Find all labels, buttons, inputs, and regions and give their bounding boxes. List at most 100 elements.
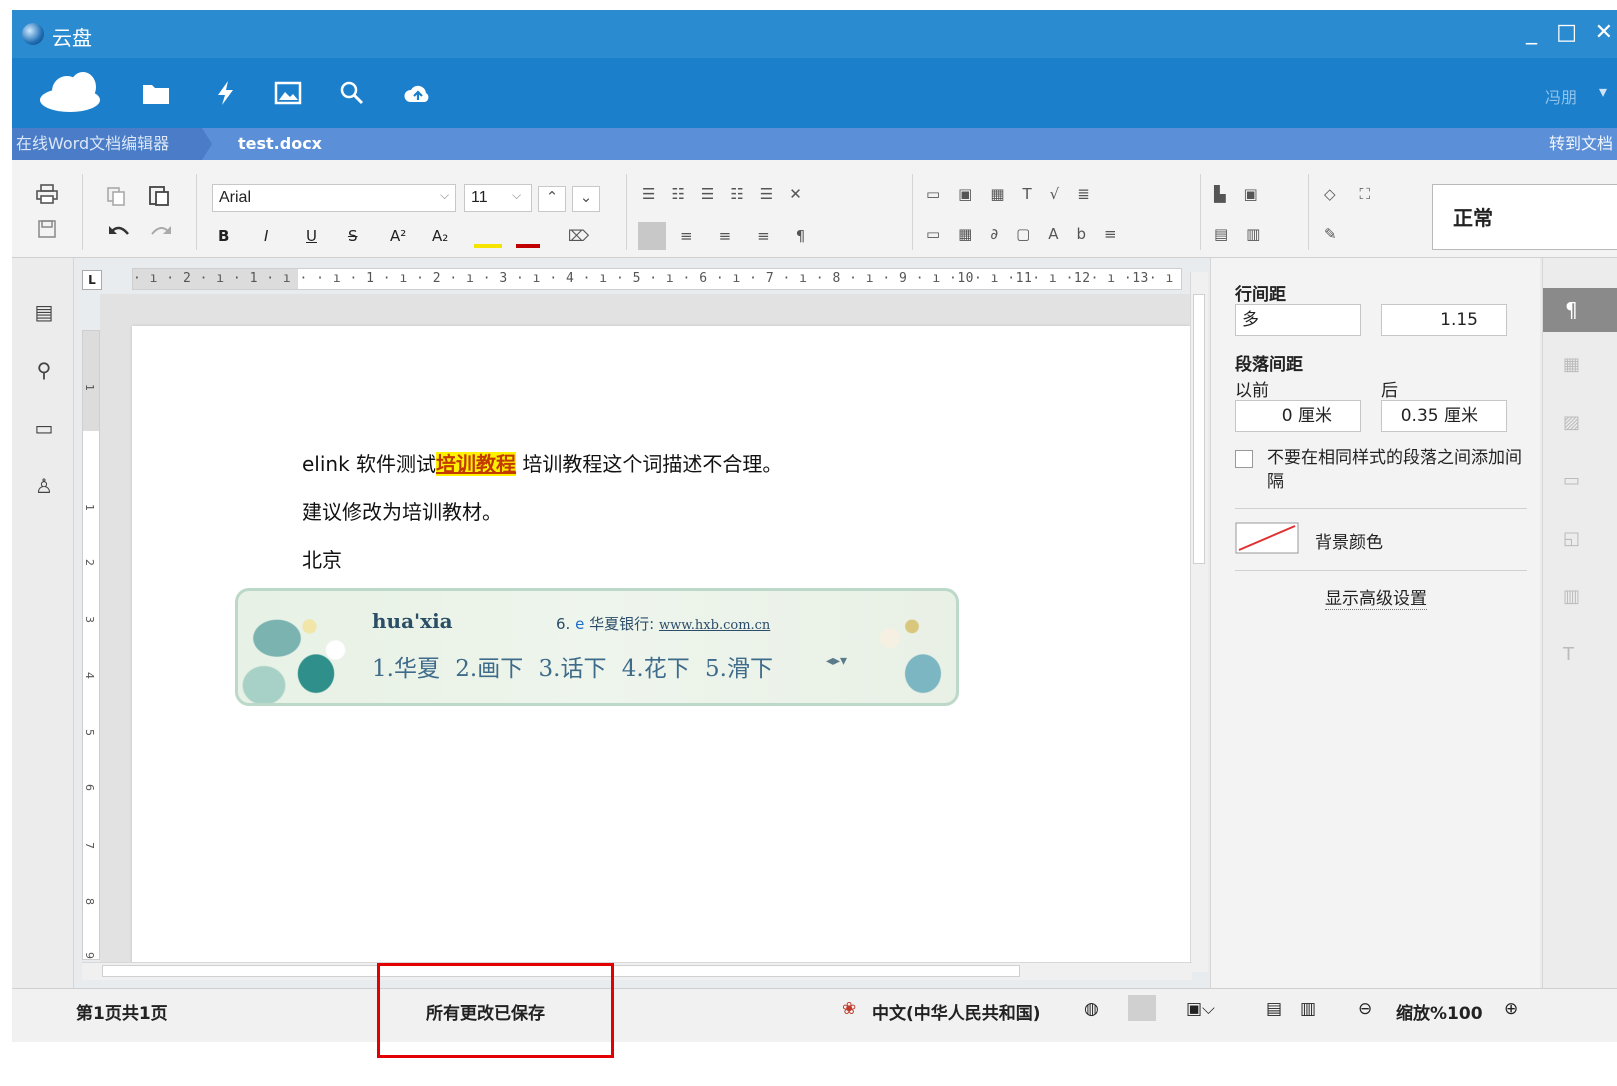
ime-pinyin-input: hua'xia: [372, 609, 453, 633]
highlight-color-icon[interactable]: [474, 226, 502, 248]
font-name-select[interactable]: Arial: [212, 184, 456, 212]
zoom-out-icon[interactable]: ⊖: [1358, 999, 1372, 1019]
goto-documents-link[interactable]: 转到文档: [1549, 128, 1613, 160]
editor-ribbon: Arial ⌵ 11 ⌵ ⌃ ⌄ B I U S A² A₂ ⌦ ☰☷☰☷☰✕ …: [12, 160, 1617, 258]
globe-icon[interactable]: ◍: [1084, 999, 1099, 1019]
track-changes-icon[interactable]: [1128, 995, 1156, 1021]
language-select[interactable]: 中文(中华人民共和国): [872, 999, 1041, 1024]
document-tab-bar: 在线Word文档编辑器 test.docx 转到文档: [12, 128, 1617, 160]
line-spacing-mode-select[interactable]: 多: [1235, 304, 1361, 336]
highlighted-word: 培训教程: [436, 452, 517, 476]
copy-icon[interactable]: [106, 186, 126, 206]
document-outline-icon[interactable]: ▤: [33, 300, 55, 324]
redo-icon[interactable]: [150, 224, 172, 238]
vertical-scrollbar[interactable]: [1190, 272, 1208, 972]
decrease-font-size-button[interactable]: ⌄: [572, 186, 600, 212]
right-panel-tabs: ¶ ▦ ▨ ▭ ◱ ▥ T: [1542, 258, 1617, 988]
superscript-button[interactable]: A²: [390, 226, 406, 246]
fit-width-icon[interactable]: ▥: [1300, 999, 1316, 1019]
annotation-highlight-box: [377, 963, 614, 1058]
font-color-icon[interactable]: [516, 226, 540, 248]
font-size-select[interactable]: 11: [464, 184, 532, 212]
tab-stop-selector[interactable]: L: [82, 270, 102, 290]
document-line-3[interactable]: 北京: [302, 544, 342, 573]
insert-buttons-row2[interactable]: ▭▦∂▢Ab≡: [926, 224, 1135, 244]
list-buttons[interactable]: ☰☷☰☷☰✕: [642, 184, 818, 204]
line-spacing-value-input[interactable]: 1.15: [1381, 304, 1507, 336]
left-sidebar: ▤ ⚲ ▭ ♙: [12, 258, 74, 988]
ime-candidate-window[interactable]: hua'xia 6. e 华夏银行: www.hxb.com.cn 1.华夏 2…: [235, 588, 959, 706]
paragraph-tab-icon[interactable]: ¶: [1543, 288, 1617, 332]
user-menu-arrow-icon[interactable]: ▾: [1599, 82, 1607, 101]
spacing-before-label: 以前: [1235, 381, 1269, 401]
insert-buttons-row1[interactable]: ▭▣▦T√≣: [926, 184, 1108, 204]
zoom-in-icon[interactable]: ⊕: [1504, 999, 1518, 1019]
floral-decoration-left: [238, 591, 368, 703]
horizontal-ruler[interactable]: · ı · 2 · ı · 1 · ı · · ı · 1 · ı · 2 · …: [132, 268, 1182, 290]
find-icon[interactable]: ⚲: [33, 358, 55, 382]
textart-tab-icon[interactable]: T: [1563, 644, 1593, 674]
no-space-checkbox[interactable]: [1235, 450, 1253, 468]
no-space-checkbox-label: 不要在相同样式的段落之间添加间隔: [1267, 448, 1522, 492]
format-painter-button[interactable]: ✎: [1324, 224, 1337, 244]
eraser-and-brush-buttons[interactable]: ◇⛶: [1324, 184, 1394, 204]
layout-buttons-row2[interactable]: ▤▥: [1214, 224, 1278, 244]
title-bar: 云盘 _ □ ✕: [12, 10, 1617, 58]
cloud-logo-icon: [40, 72, 100, 112]
vertical-ruler[interactable]: 1 1 2 3 4 5 6 7 8 9: [82, 330, 100, 960]
paragraph-style-select[interactable]: 正常: [1432, 184, 1617, 250]
layout-buttons-row1[interactable]: ▙▣: [1214, 184, 1276, 204]
cloud-upload-icon[interactable]: [404, 80, 432, 106]
document-line-2[interactable]: 建议修改为培训教材。: [302, 496, 502, 525]
align-buttons[interactable]: ≡≡≡¶: [680, 226, 831, 246]
chart-tab-icon[interactable]: ▥: [1563, 586, 1593, 616]
underline-button[interactable]: U: [306, 226, 317, 246]
font-name-arrow-icon[interactable]: ⌵: [440, 188, 449, 203]
document-line-1[interactable]: elink 软件测试培训教程 培训教程这个词描述不合理。: [302, 448, 782, 477]
spacing-after-input[interactable]: 0.35 厘米: [1381, 400, 1507, 432]
search-icon[interactable]: [338, 80, 366, 106]
image-tab-icon[interactable]: ▨: [1563, 412, 1593, 442]
ime-candidate-list[interactable]: 1.华夏 2.画下 3.话下 4.花下 5.滑下: [372, 649, 773, 683]
italic-button[interactable]: I: [264, 226, 268, 246]
tab-document[interactable]: test.docx: [238, 128, 322, 160]
background-color-label: 背景颜色: [1315, 533, 1383, 553]
print-icon[interactable]: [36, 184, 58, 204]
background-color-swatch[interactable]: [1235, 522, 1299, 554]
bold-button[interactable]: B: [218, 226, 229, 246]
subscript-button[interactable]: A₂: [432, 226, 448, 246]
table-tab-icon[interactable]: ▦: [1563, 354, 1593, 384]
breadcrumb-editor[interactable]: 在线Word文档编辑器: [12, 128, 212, 160]
ime-extra-candidate[interactable]: 6. e 华夏银行: www.hxb.com.cn: [556, 613, 770, 634]
shape-tab-icon[interactable]: ◱: [1563, 528, 1593, 558]
app-logo-icon: [22, 23, 44, 45]
strikethrough-button[interactable]: S: [348, 226, 358, 246]
spacing-after-label: 后: [1381, 381, 1398, 401]
lightning-icon[interactable]: [212, 80, 240, 106]
paragraph-settings-panel: 行间距 多 1.15 段落间距 以前 后 0 厘米 0.35 厘米 不要在相同样…: [1210, 258, 1540, 988]
minimize-button[interactable]: _: [1526, 18, 1537, 48]
ime-page-arrows-icon[interactable]: ◂▸▾: [826, 653, 847, 669]
maximize-button[interactable]: □: [1556, 18, 1577, 48]
font-size-arrow-icon[interactable]: ⌵: [512, 188, 521, 203]
horizontal-scrollbar[interactable]: [82, 962, 1192, 980]
show-advanced-settings-link[interactable]: 显示高级设置: [1325, 584, 1427, 610]
user-name[interactable]: 冯朋: [1545, 84, 1577, 108]
save-icon[interactable]: [38, 220, 56, 238]
fit-page-icon[interactable]: ▤: [1266, 999, 1282, 1019]
review-menu-icon[interactable]: ▣⌵: [1186, 999, 1215, 1019]
undo-icon[interactable]: [108, 224, 130, 238]
increase-font-size-button[interactable]: ⌃: [538, 186, 566, 212]
folder-icon[interactable]: [142, 80, 170, 106]
clear-format-icon[interactable]: ⌦: [568, 226, 589, 246]
comment-icon[interactable]: ▭: [33, 416, 55, 440]
close-button[interactable]: ✕: [1595, 18, 1613, 48]
image-icon[interactable]: [274, 80, 302, 106]
header-tab-icon[interactable]: ▭: [1563, 470, 1593, 500]
align-left-button[interactable]: [638, 222, 666, 250]
app-window: 云盘 _ □ ✕ 冯朋 ▾ 在线Word文档编辑器 test.docx 转到文档…: [12, 10, 1617, 1042]
spacing-before-input[interactable]: 0 厘米: [1235, 400, 1361, 432]
zoom-level: 缩放%100: [1396, 1004, 1483, 1024]
paste-icon[interactable]: [148, 184, 170, 206]
user-icon[interactable]: ♙: [33, 474, 55, 498]
